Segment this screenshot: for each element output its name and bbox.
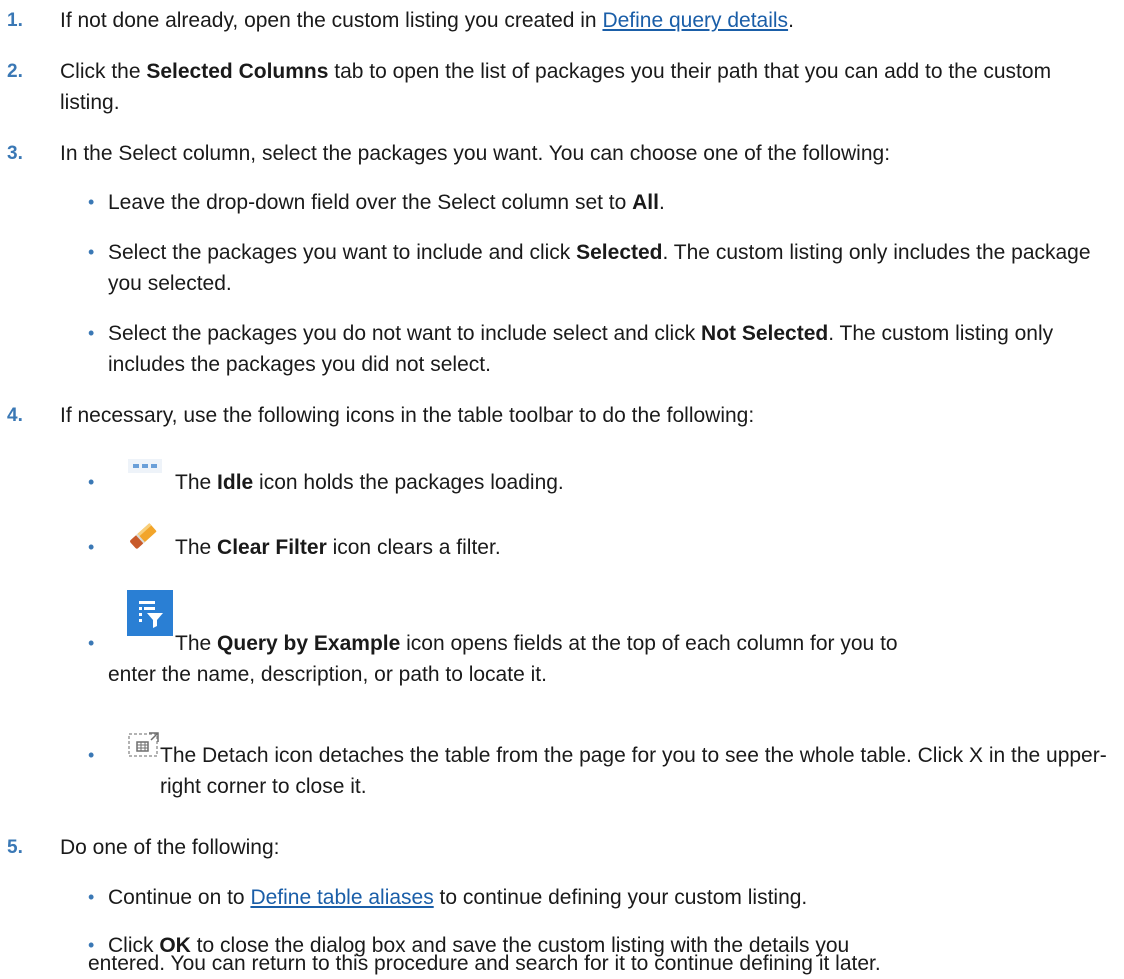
define-table-aliases-link[interactable]: Define table aliases [250, 886, 433, 909]
bold-term: Clear Filter [217, 536, 327, 559]
bullet-marker: • [88, 887, 95, 907]
text-segment: The [175, 471, 218, 494]
step-text: Do one of the following: [60, 836, 280, 859]
text-segment: icon holds the packages loading. [253, 471, 564, 494]
text-segment: . [788, 9, 794, 32]
text-segment: The [175, 632, 218, 655]
bullet-text: The Detach icon detaches the table from … [160, 744, 1107, 798]
bold-term: Query by Example [217, 632, 401, 655]
bullet-marker: • [88, 537, 95, 557]
step-number: 3. [7, 143, 23, 164]
procedure-document: 1. If not done already, open the custom … [0, 0, 1124, 975]
bold-term: All [632, 191, 659, 214]
step-number: 4. [7, 405, 23, 426]
bullet-marker: • [88, 633, 95, 653]
bullet-marker: • [88, 472, 95, 492]
bullet-text: Select the packages you want to include … [108, 237, 1116, 299]
bullet-marker: • [88, 242, 95, 262]
bullet-text: Continue on to Define table aliases to c… [108, 882, 1116, 913]
bullet-marker: • [88, 192, 95, 212]
bullet-text-line: The Query by Example icon opens fields a… [175, 628, 1116, 659]
step-number: 5. [7, 837, 23, 858]
step-text: If necessary, use the following icons in… [60, 404, 755, 427]
text-segment: Select the packages you do not want to i… [108, 322, 702, 345]
text-segment: Select the packages you want to include … [108, 241, 577, 264]
bold-term: Idle [217, 471, 254, 494]
text-segment: Continue on to [108, 886, 251, 909]
text-segment: icon clears a filter. [326, 536, 501, 559]
bullet-marker: • [88, 745, 95, 765]
detach-icon [127, 730, 161, 767]
query-by-example-icon [127, 590, 173, 645]
step-text: If not done already, open the custom lis… [60, 5, 1114, 36]
bullet-text: The Idle icon holds the packages loading… [175, 467, 1116, 498]
bold-term: Selected [576, 241, 663, 264]
text-segment: Click the [60, 60, 147, 83]
bullet-text: Leave the drop-down field over the Selec… [108, 187, 1116, 218]
eraser-icon [127, 522, 159, 561]
step-text: Click the Selected Columns tab to open t… [60, 56, 1114, 118]
text-segment: Leave the drop-down field over the Selec… [108, 191, 633, 214]
define-query-details-link[interactable]: Define query details [602, 9, 788, 32]
text-segment: icon opens fields at the top of each col… [400, 632, 898, 655]
bullet-text: The Clear Filter icon clears a filter. [175, 532, 1116, 563]
bold-term: Not Selected [701, 322, 829, 345]
bullet-text: Select the packages you do not want to i… [108, 318, 1116, 380]
text-segment: to continue defining your custom listing… [433, 886, 808, 909]
bullet-text-line: enter the name, description, or path to … [108, 663, 547, 686]
text-segment: If not done already, open the custom lis… [60, 9, 603, 32]
text-segment: The [175, 536, 218, 559]
idle-icon [128, 453, 162, 484]
step-number: 1. [7, 10, 23, 31]
step-text: In the Select column, select the package… [60, 142, 891, 165]
bullet-text-line: entered. You can return to this procedur… [88, 952, 881, 975]
step-number: 2. [7, 61, 23, 82]
bold-term: Selected Columns [146, 60, 329, 83]
text-segment: . [658, 191, 665, 214]
bullet-marker: • [88, 323, 95, 343]
